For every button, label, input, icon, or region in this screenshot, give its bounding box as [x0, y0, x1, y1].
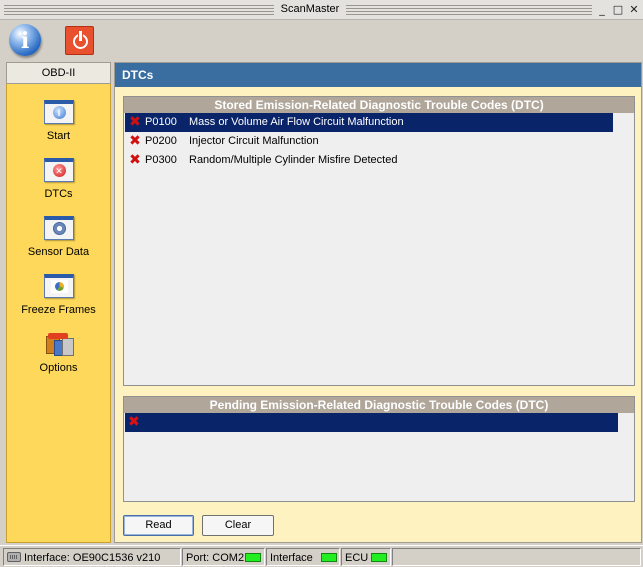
- port-status-led: [245, 553, 261, 562]
- pending-dtc-list[interactable]: Pending Emission-Related Diagnostic Trou…: [123, 396, 635, 502]
- sidebar-item-label: Freeze Frames: [21, 304, 96, 316]
- title-grip-right: [346, 5, 592, 15]
- toolbar: i: [0, 20, 643, 61]
- sidebar-item-label: DTCs: [44, 188, 73, 200]
- sidebar-nav: i Start ✕ DTCs Sensor Data Freeze Frames…: [6, 84, 111, 543]
- power-button[interactable]: [64, 23, 100, 59]
- clear-button[interactable]: Clear: [202, 515, 274, 536]
- sidebar-header[interactable]: OBD-II: [6, 62, 111, 84]
- status-interface-led: Interface: [266, 548, 340, 566]
- power-icon: [65, 26, 94, 55]
- error-x-icon: ✖: [129, 152, 141, 168]
- sidebar-item-label: Sensor Data: [27, 246, 90, 258]
- main-panel: DTCs Stored Emission-Related Diagnostic …: [114, 62, 642, 543]
- close-button[interactable]: ✕: [627, 3, 641, 17]
- dtcs-icon: ✕: [43, 158, 74, 182]
- status-bar: Interface: OE90C1536 v210 Port: COM2 Int…: [0, 545, 643, 567]
- dtc-row[interactable]: ✖ P0300 Random/Multiple Cylinder Misfire…: [125, 151, 613, 170]
- options-icon: [44, 332, 76, 358]
- port-text: Port: COM2: [186, 552, 245, 564]
- sidebar-item-start[interactable]: i Start: [7, 100, 110, 142]
- maximize-button[interactable]: □: [611, 3, 625, 17]
- sidebar-item-dtcs[interactable]: ✕ DTCs: [7, 158, 110, 200]
- status-interface: Interface: OE90C1536 v210: [3, 548, 181, 566]
- window-controls: _ □ ✕: [595, 3, 641, 17]
- stored-dtc-header: Stored Emission-Related Diagnostic Troub…: [124, 97, 634, 113]
- interface-text: Interface: OE90C1536 v210: [24, 552, 161, 564]
- sidebar-item-label: Start: [46, 130, 71, 142]
- dtc-code: P0200: [145, 135, 177, 147]
- dtc-code: P0100: [145, 116, 177, 128]
- title-grip-left: [4, 5, 274, 15]
- pending-dtc-header: Pending Emission-Related Diagnostic Trou…: [124, 397, 634, 413]
- sensor-data-icon: [43, 216, 74, 240]
- dtc-row[interactable]: ✖ P0200 Injector Circuit Malfunction: [125, 132, 613, 151]
- panel-title: DTCs: [115, 63, 641, 87]
- sidebar-item-options[interactable]: Options: [7, 332, 110, 374]
- interface-status-text: Interface: [270, 552, 313, 564]
- dtc-row[interactable]: ✖ P0100 Mass or Volume Air Flow Circuit …: [125, 113, 613, 132]
- dtc-description: Random/Multiple Cylinder Misfire Detecte…: [189, 154, 398, 166]
- info-button[interactable]: i: [6, 23, 42, 59]
- interface-status-led: [321, 553, 337, 562]
- ecu-status-led: [371, 553, 387, 562]
- status-ecu: ECU: [341, 548, 391, 566]
- plug-icon: [7, 552, 21, 562]
- info-icon: i: [9, 24, 41, 56]
- sidebar-item-sensor-data[interactable]: Sensor Data: [7, 216, 110, 258]
- ecu-text: ECU: [345, 552, 369, 564]
- freeze-frames-icon: [43, 274, 74, 298]
- dtc-description: Injector Circuit Malfunction: [189, 135, 319, 147]
- status-empty: [392, 548, 641, 566]
- pending-dtc-row[interactable]: ✖: [125, 413, 618, 432]
- start-icon: i: [43, 100, 74, 124]
- stored-dtc-list[interactable]: Stored Emission-Related Diagnostic Troub…: [123, 96, 635, 386]
- sidebar-item-freeze-frames[interactable]: Freeze Frames: [7, 274, 110, 316]
- sidebar: OBD-II i Start ✕ DTCs Sensor Data Freeze…: [6, 62, 111, 543]
- error-x-icon: ✖: [129, 114, 141, 130]
- dtc-description: Mass or Volume Air Flow Circuit Malfunct…: [189, 116, 404, 128]
- sidebar-item-label: Options: [39, 362, 78, 374]
- status-port: Port: COM2: [182, 548, 265, 566]
- read-button[interactable]: Read: [123, 515, 194, 536]
- error-x-icon: ✖: [128, 414, 140, 430]
- window-title: ScanMaster: [280, 3, 340, 15]
- dtc-code: P0300: [145, 154, 177, 166]
- error-x-icon: ✖: [129, 133, 141, 149]
- title-bar: ScanMaster _ □ ✕: [0, 0, 643, 20]
- minimize-button[interactable]: _: [595, 3, 609, 17]
